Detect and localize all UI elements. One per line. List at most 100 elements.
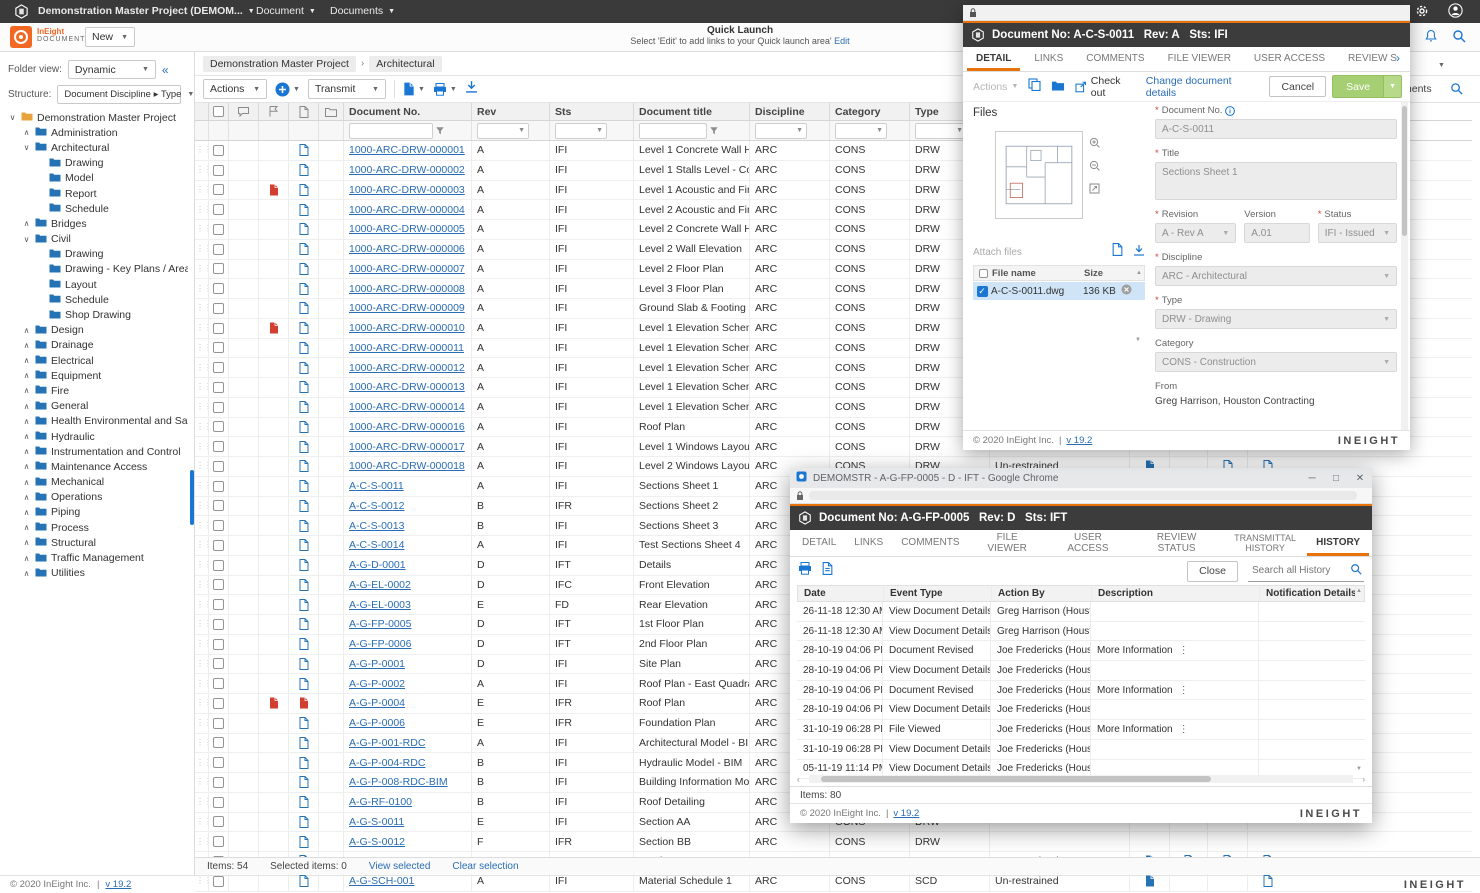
minimize-button[interactable]: ─ — [1300, 473, 1324, 484]
zoom-out-icon[interactable] — [1089, 158, 1100, 176]
type-filter-select[interactable]: ▼ — [915, 123, 967, 139]
sidebar-item-drawing[interactable]: Drawing — [4, 156, 188, 171]
row-checkbox[interactable] — [209, 674, 229, 693]
col-comments[interactable] — [229, 103, 259, 120]
sidebar-item-process[interactable]: ∧Process — [4, 520, 188, 535]
search-icon[interactable] — [1452, 29, 1466, 48]
file-list-scroll-down-icon[interactable]: ▼ — [1135, 337, 1141, 343]
doc-no-link[interactable]: A-G-P-0002 — [344, 674, 472, 693]
doc-no-link[interactable]: A-G-P-008-RDC-BIM — [344, 773, 472, 792]
sidebar-item-electrical[interactable]: ∧Electrical — [4, 353, 188, 368]
print-icon[interactable] — [798, 562, 812, 580]
tree-expander-icon[interactable]: ∧ — [22, 462, 31, 471]
file-thumbnail[interactable] — [995, 131, 1083, 219]
close-button[interactable]: Close — [1187, 561, 1238, 582]
hscroll-thumb[interactable] — [821, 776, 1211, 782]
tab-comments[interactable]: COMMENTS — [892, 530, 968, 556]
sidebar-item-fire[interactable]: ∧Fire — [4, 383, 188, 398]
doc-no-link[interactable]: 1000-ARC-DRW-000009 — [344, 299, 472, 318]
filter-title[interactable] — [634, 121, 750, 140]
row-checkbox[interactable] — [209, 319, 229, 338]
transmit-button[interactable]: Transmit ▼ — [308, 79, 386, 99]
tab-review-status[interactable]: REVIEW STATUS — [1130, 530, 1223, 556]
row-checkbox[interactable] — [209, 635, 229, 654]
tree-expander-icon[interactable]: ∧ — [22, 569, 31, 578]
save-split-caret[interactable]: ▼ — [1384, 75, 1402, 98]
row-checkbox[interactable] — [209, 358, 229, 377]
drag-handle[interactable]: ⋮⋮ — [195, 674, 209, 693]
row-checkbox[interactable] — [209, 181, 229, 200]
doc-no-link[interactable]: 1000-ARC-DRW-000010 — [344, 319, 472, 338]
sidebar-item-utilities[interactable]: ∧Utilities — [4, 566, 188, 581]
drag-handle[interactable]: ⋮⋮ — [195, 477, 209, 496]
sidebar-item-operations[interactable]: ∧Operations — [4, 490, 188, 505]
doc-no-link[interactable]: 1000-ARC-DRW-000006 — [344, 240, 472, 259]
doc-no-link[interactable]: A-C-S-0013 — [344, 516, 472, 535]
sts-filter-select[interactable]: ▼ — [555, 123, 607, 139]
check-out-button[interactable]: Check out — [1075, 75, 1135, 99]
sidebar-item-layout[interactable]: Layout — [4, 277, 188, 292]
status-doc-icon[interactable] — [1130, 872, 1170, 891]
doc-no-link[interactable]: A-G-D-0001 — [344, 556, 472, 575]
sidebar-item-structural[interactable]: ∧Structural — [4, 535, 188, 550]
file-icon[interactable] — [289, 753, 319, 772]
col-title[interactable]: Document title — [634, 103, 750, 120]
tab-history[interactable]: HISTORY — [1307, 530, 1369, 556]
drag-handle[interactable]: ⋮⋮ — [195, 694, 209, 713]
more-options-icon[interactable]: ⋮ — [1179, 724, 1189, 735]
file-icon[interactable] — [289, 536, 319, 555]
file-icon[interactable] — [289, 832, 319, 851]
doc-no-filter-input[interactable] — [349, 123, 433, 139]
quick-launch-edit-link[interactable]: Edit — [834, 36, 850, 46]
file-icon[interactable] — [289, 655, 319, 674]
tab-file-viewer[interactable]: FILE VIEWER — [969, 530, 1046, 556]
col-sts[interactable]: Sts — [550, 103, 634, 120]
doc-no-link[interactable]: 1000-ARC-DRW-000002 — [344, 161, 472, 180]
history-footer-version[interactable]: v 19.2 — [893, 808, 919, 819]
file-icon[interactable] — [289, 437, 319, 456]
filter-sts[interactable]: ▼ — [550, 121, 634, 140]
doc-no-link[interactable]: A-G-RF-0100 — [344, 793, 472, 812]
row-checkbox[interactable] — [209, 734, 229, 753]
filter-discipline[interactable]: ▼ — [750, 121, 830, 140]
footer-version-link[interactable]: v 19.2 — [105, 879, 131, 890]
folder-icon[interactable] — [1051, 78, 1065, 96]
doc-no-link[interactable]: A-G-EL-0003 — [344, 595, 472, 614]
file-icon[interactable] — [289, 339, 319, 358]
doc-no-link[interactable]: 1000-ARC-DRW-000011 — [344, 339, 472, 358]
attach-files-label[interactable]: Attach files — [973, 247, 1022, 258]
drag-handle[interactable]: ⋮⋮ — [195, 635, 209, 654]
sidebar-item-administration[interactable]: ∧Administration — [4, 125, 188, 140]
sidebar-item-shop-drawing[interactable]: Shop Drawing — [4, 307, 188, 322]
sidebar-item-instrumentation-and-control[interactable]: ∧Instrumentation and Control — [4, 444, 188, 459]
sidebar-item-report[interactable]: Report — [4, 186, 188, 201]
doc-no-link[interactable]: A-G-P-004-RDC — [344, 753, 472, 772]
tree-expander-icon[interactable]: ∨ — [8, 113, 17, 122]
file-row[interactable]: ✓ A-C-S-0011.dwg 136 KB — [973, 282, 1145, 300]
drag-handle[interactable]: ⋮⋮ — [195, 536, 209, 555]
drag-handle[interactable]: ⋮⋮ — [195, 793, 209, 812]
sidebar-item-general[interactable]: ∧General — [4, 399, 188, 414]
detail-scrollbar[interactable] — [1401, 102, 1408, 430]
maximize-button[interactable]: □ — [1324, 473, 1348, 484]
row-checkbox[interactable] — [209, 655, 229, 674]
file-icon[interactable] — [289, 516, 319, 535]
doc-no-link[interactable]: 1000-ARC-DRW-000018 — [344, 457, 472, 476]
file-icon[interactable] — [289, 200, 319, 219]
doc-no-link[interactable]: A-G-EL-0002 — [344, 576, 472, 595]
row-checkbox[interactable] — [209, 576, 229, 595]
drag-handle[interactable]: ⋮⋮ — [195, 734, 209, 753]
file-icon[interactable] — [289, 872, 319, 891]
title-filter-input[interactable] — [639, 123, 707, 139]
tree-expander-icon[interactable]: ∧ — [22, 432, 31, 441]
view-options-caret-icon[interactable]: ▼ — [1438, 62, 1445, 69]
tree-expander-icon[interactable]: ∧ — [22, 386, 31, 395]
row-checkbox[interactable] — [209, 477, 229, 496]
drag-handle[interactable]: ⋮⋮ — [195, 358, 209, 377]
view-selected-link[interactable]: View selected — [369, 861, 431, 872]
window-title-bar[interactable]: DEMOMSTR - A-G-FP-0005 - D - IFT - Googl… — [790, 468, 1372, 488]
file-icon[interactable] — [289, 556, 319, 575]
file-icon[interactable] — [289, 635, 319, 654]
row-checkbox[interactable] — [209, 240, 229, 259]
export-icon[interactable] — [822, 562, 833, 580]
